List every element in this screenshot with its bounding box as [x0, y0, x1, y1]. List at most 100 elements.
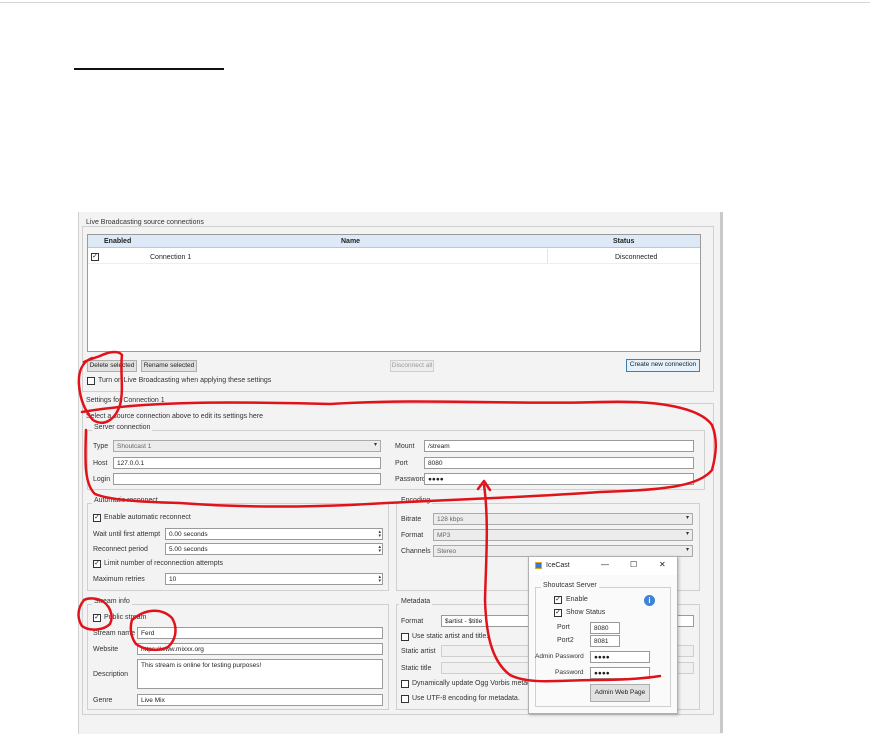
- maximum-retries-label: Maximum retries: [93, 576, 145, 583]
- maximize-icon[interactable]: ☐: [630, 560, 637, 569]
- admin-web-page-button[interactable]: Admin Web Page: [590, 684, 650, 702]
- row-name: Connection 1: [150, 254, 192, 261]
- enable-reconnect-checkbox[interactable]: ✓: [93, 514, 101, 522]
- static-artist-label: Static artist: [401, 648, 436, 655]
- genre-field[interactable]: Live Mix: [137, 694, 383, 706]
- ice-enable-label: Enable: [566, 596, 588, 603]
- chevron-down-icon: ▾: [373, 442, 377, 448]
- ice-admin-password-field[interactable]: ●●●●: [590, 651, 650, 663]
- disconnect-all-button[interactable]: Disconnect all: [390, 360, 434, 372]
- static-artist-title-checkbox[interactable]: [401, 633, 409, 641]
- automatic-reconnect-title: Automatic reconnect: [92, 497, 160, 504]
- public-stream-checkbox[interactable]: ✓: [93, 614, 101, 622]
- connections-table-header: Enabled Name Status: [88, 235, 700, 248]
- wait-first-attempt-spinbox[interactable]: 0.00 seconds ▴ ▾: [165, 528, 383, 540]
- source-connections-title: Live Broadcasting source connections: [84, 219, 206, 226]
- rename-selected-button[interactable]: Rename selected: [141, 360, 197, 372]
- chevron-down-icon: ▾: [685, 547, 689, 553]
- type-select[interactable]: Shoutcast 1 ▾: [113, 440, 381, 452]
- type-label: Type: [93, 443, 109, 450]
- port-label: Port: [395, 460, 408, 467]
- password-label: Password: [395, 476, 426, 483]
- ice-port2-field[interactable]: 8081: [590, 635, 620, 647]
- connections-table[interactable]: Enabled Name Status ✓ Connection 1 Disco…: [87, 234, 701, 352]
- minimize-icon[interactable]: —: [601, 560, 609, 569]
- limit-attempts-checkbox[interactable]: ✓: [93, 560, 101, 568]
- ogg-metadata-checkbox[interactable]: [401, 680, 409, 688]
- reconnect-period-spinbox[interactable]: 5.00 seconds ▴ ▾: [165, 543, 383, 555]
- row-status: Disconnected: [615, 254, 658, 261]
- description-textarea[interactable]: This stream is online for testing purpos…: [137, 659, 383, 689]
- encoding-title: Encoding: [399, 497, 433, 504]
- metadata-format-label: Format: [401, 618, 424, 625]
- server-connection-title: Server connection: [92, 424, 153, 431]
- utf8-metadata-checkbox[interactable]: [401, 695, 409, 703]
- reconnect-period-value: 5.00 seconds: [169, 546, 208, 553]
- icecast-title: IceCast: [546, 562, 570, 569]
- wait-first-attempt-value: 0.00 seconds: [169, 531, 208, 538]
- ice-password-label: Password: [555, 669, 584, 676]
- website-field[interactable]: https://www.mixxx.org: [137, 643, 383, 655]
- ice-admin-password-label: Admin Password: [535, 653, 584, 660]
- column-divider: [547, 249, 548, 263]
- spin-arrows-icon[interactable]: ▴ ▾: [378, 545, 381, 554]
- wait-first-attempt-label: Wait until first attempt: [93, 531, 161, 538]
- settings-title: Settings for Connection 1: [84, 397, 167, 404]
- spin-arrows-icon[interactable]: ▴ ▾: [378, 530, 381, 539]
- chevron-down-icon: ▾: [685, 515, 689, 521]
- create-connection-button[interactable]: Create new connection: [626, 359, 700, 372]
- maximum-retries-value: 10: [169, 576, 177, 583]
- format-label: Format: [401, 532, 424, 539]
- ice-port-label: Port: [557, 624, 570, 631]
- login-label: Login: [93, 476, 111, 483]
- top-divider: [0, 2, 870, 3]
- mount-field[interactable]: /stream: [424, 440, 694, 452]
- limit-attempts-label: Limit number of reconnection attempts: [104, 560, 224, 567]
- bitrate-select-value: 128 kbps: [437, 516, 464, 523]
- reconnect-period-label: Reconnect period: [93, 546, 148, 553]
- ogg-metadata-label: Dynamically update Ogg Vorbis metadata.: [412, 680, 543, 687]
- icecast-dialog: IceCast — ☐ ✕ Shoutcast Server ✓ Enable …: [528, 556, 678, 714]
- row-enabled-checkbox[interactable]: ✓: [91, 253, 99, 261]
- stream-name-label: Stream name: [93, 630, 136, 637]
- ice-enable-checkbox[interactable]: ✓: [554, 596, 562, 604]
- ice-password-field[interactable]: ●●●●: [590, 667, 650, 679]
- delete-selected-button[interactable]: Delete selected: [87, 360, 137, 372]
- settings-hint: Select a source connection above to edit…: [86, 413, 264, 420]
- description-label: Description: [93, 671, 129, 678]
- ice-show-status-checkbox[interactable]: ✓: [554, 609, 562, 617]
- public-stream-label: Public stream: [104, 614, 147, 621]
- static-artist-title-label: Use static artist and title.: [412, 633, 489, 640]
- port-field[interactable]: 8080: [424, 457, 694, 469]
- format-select[interactable]: MP3 ▾: [433, 529, 693, 541]
- bitrate-select[interactable]: 128 kbps ▾: [433, 513, 693, 525]
- metadata-title: Metadata: [399, 598, 433, 605]
- ice-port-field[interactable]: 8080: [590, 622, 620, 634]
- static-title-label: Static title: [401, 665, 432, 672]
- chevron-down-icon: ▾: [685, 531, 689, 537]
- heading-underline: [74, 68, 224, 70]
- turn-on-broadcast-checkbox[interactable]: [87, 377, 95, 385]
- bitrate-label: Bitrate: [401, 516, 422, 523]
- turn-on-broadcast-label: Turn on Live Broadcasting when applying …: [98, 377, 272, 384]
- info-icon[interactable]: i: [644, 595, 655, 606]
- stream-name-field[interactable]: Ferd: [137, 627, 383, 639]
- login-field[interactable]: [113, 473, 381, 485]
- column-enabled[interactable]: Enabled: [104, 238, 131, 245]
- maximum-retries-spinbox[interactable]: 10 ▴ ▾: [165, 573, 383, 585]
- column-name[interactable]: Name: [341, 238, 360, 245]
- window-right-border: [720, 212, 723, 733]
- genre-label: Genre: [93, 697, 113, 704]
- channels-label: Channels: [401, 548, 431, 555]
- close-icon[interactable]: ✕: [659, 560, 666, 569]
- column-status[interactable]: Status: [613, 238, 634, 245]
- password-field[interactable]: ●●●●: [424, 473, 694, 485]
- host-field[interactable]: 127.0.0.1: [113, 457, 381, 469]
- spin-arrows-icon[interactable]: ▴ ▾: [378, 575, 381, 584]
- channels-select-value: Stereo: [437, 548, 457, 555]
- website-label: Website: [93, 646, 119, 653]
- utf8-metadata-label: Use UTF-8 encoding for metadata.: [412, 695, 520, 702]
- table-row[interactable]: ✓ Connection 1 Disconnected: [88, 249, 700, 264]
- mount-label: Mount: [395, 443, 415, 450]
- enable-reconnect-label: Enable automatic reconnect: [104, 514, 191, 521]
